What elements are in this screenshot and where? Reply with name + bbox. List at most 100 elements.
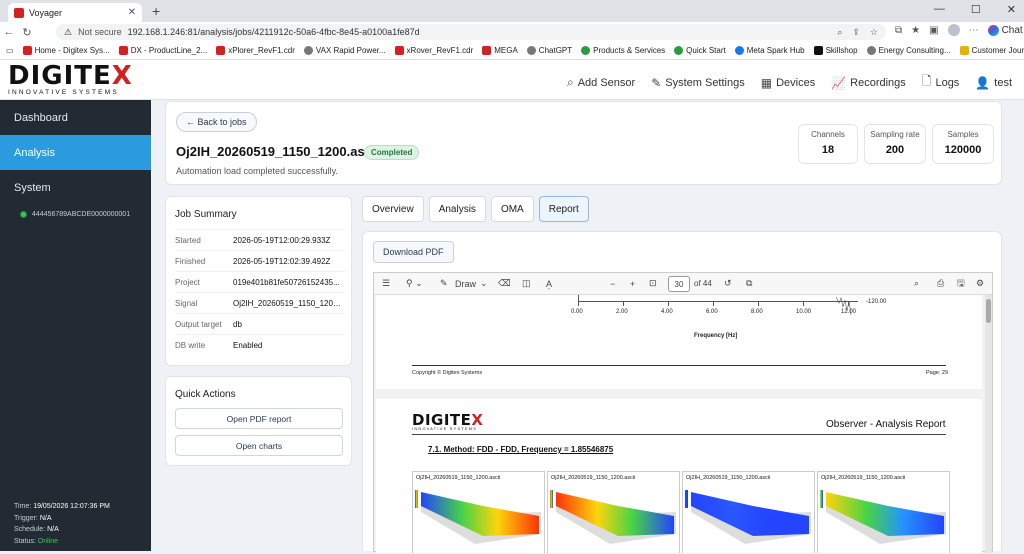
zoom-in-icon[interactable]: + [630,279,635,289]
mode-shape-plot [685,490,811,544]
nav-devices[interactable]: ▦ Devices [761,72,815,93]
save-icon[interactable]: 🖫 [957,276,965,292]
nav-add-sensor[interactable]: ⌕ Add Sensor [567,72,635,93]
right-axis-value: -120.00 [866,299,887,305]
highlight-icon[interactable]: ⚲ ⌄ [406,278,423,289]
fit-page-icon[interactable]: ⊡ [649,278,657,289]
bookmark-item[interactable]: Meta Spark Hub [734,46,805,55]
user-icon: 👤 [975,75,991,90]
bookmark-item[interactable]: xPlorer_RevF1.cdr [216,46,295,55]
text-view-icon[interactable]: ◫ [522,278,531,289]
draw-label[interactable]: Draw [455,279,476,289]
reload-icon[interactable]: ↻ [18,26,36,39]
tab-report[interactable]: Report [538,196,589,222]
eraser-icon[interactable]: ⌫ [498,278,511,289]
browser-tab-bar: Voyager ✕ + — ☐ ✕ [0,0,1024,22]
job-header-card: ← Back to jobs Oj2IH_20260519_1150_1200.… [165,101,1002,185]
bookmark-item[interactable]: Products & Services [581,46,665,55]
open-charts-button[interactable]: Open charts [175,435,343,456]
chevron-down-icon[interactable]: ⌄ [480,278,488,289]
open-pdf-report-button[interactable]: Open PDF report [175,408,343,429]
sidebar-device[interactable]: 444456789ABCDE0000000001 [0,211,151,218]
schedule-value: N/A [47,526,59,533]
url-field[interactable]: ⚠ Not secure 192.168.1.246:81/analysis/j… [56,24,886,40]
bookmark-item[interactable]: VAX Rapid Power... [303,46,386,55]
sidebar-item-analysis[interactable]: Analysis [0,135,151,170]
x-axis-tick [803,302,804,306]
time-value: 19/05/2026 12:07:36 PM [33,503,110,510]
more-menu-icon[interactable]: ⋯ [969,25,979,36]
sidebar-item-dashboard[interactable]: Dashboard [0,100,151,135]
tab-analysis[interactable]: Analysis [428,196,486,222]
zoom-out-icon[interactable]: − [610,279,615,289]
app-header: DIGITEX INNOVATIVE SYSTEMS ⌕ Add Sensor ✎… [0,60,1024,100]
warning-icon: ⚠ [64,26,73,37]
pdf-scrollbar-thumb[interactable] [986,299,991,323]
close-tab-icon[interactable]: ✕ [128,7,136,18]
x-axis-tick-label: 12.00 [841,309,857,315]
report-logo-text: DIGITEX [412,411,484,429]
bookmark-favicon-icon [734,46,744,55]
contents-icon[interactable]: ☰ [382,278,390,289]
page-number-input[interactable]: 30 [668,276,690,292]
pdf-scrollbar[interactable] [985,295,992,553]
summary-row-finished: Finished 2026-05-19T12:02:39.492Z [175,250,345,271]
page-view-icon[interactable]: ⧉ [746,278,752,289]
star-icon[interactable]: ☆ [870,27,878,38]
bookmark-item[interactable]: ChatGPT [526,46,572,55]
tab-overview[interactable]: Overview [362,196,424,222]
job-title: Oj2IH_20260519_1150_1200.ascii [176,144,380,159]
chat-label: Chat [1001,24,1023,36]
chat-button[interactable]: Chat [987,24,1023,36]
nav-system-settings[interactable]: ✎ System Settings [651,72,745,93]
bookmark-item[interactable]: Skillshop [813,46,858,55]
pdf-toolbar: ☰ ⚲ ⌄ ✎ Draw ⌄ ⌫ ◫ A᷊ − + ⊡ 30 of 44 ↺ ⧉… [374,273,992,295]
mode-shape-thumbnail: Oj2IH_20260519_1150_1200.ascii [682,471,815,553]
bookmark-favicon-icon [526,46,536,55]
bookmark-item[interactable]: Home - Digitex Sys... [22,46,110,55]
download-pdf-button[interactable]: Download PDF [373,241,454,263]
maximize-icon[interactable]: ☐ [971,3,981,16]
mode-shape-thumbnail: Oj2IH_20260519_1150_1200.ascii [547,471,680,553]
nav-logs[interactable]: 🗋 Logs [922,72,960,93]
summary-row-project: Project 019e401b81fe50726152435... [175,271,345,292]
bookmark-item[interactable]: Customer Journeys... [959,46,1024,55]
bookmark-item[interactable]: MEGA [482,46,518,55]
back-arrow-icon[interactable]: ← [0,26,18,38]
pdf-viewer[interactable]: ☰ ⚲ ⌄ ✎ Draw ⌄ ⌫ ◫ A᷊ − + ⊡ 30 of 44 ↺ ⧉… [373,272,993,553]
apps-icon[interactable]: ▭ [6,46,14,55]
sidebar-item-system[interactable]: System [0,170,151,205]
back-to-jobs-button[interactable]: ← Back to jobs [176,112,257,132]
tab-oma[interactable]: OMA [490,196,534,222]
share-icon[interactable]: ⇪ [852,27,860,38]
rotate-icon[interactable]: ↺ [724,278,732,289]
digitex-logo: DIGITEX INNOVATIVE SYSTEMS [8,63,148,96]
nav-user[interactable]: 👤 test [975,72,1012,93]
find-icon[interactable]: ⌕ [914,278,919,289]
print-icon[interactable]: ⎙ [937,278,944,289]
x-axis-tick-label: 8.00 [751,309,763,315]
bookmark-favicon-icon [22,46,32,55]
bookmark-item[interactable]: DX - ProductLine_2... [118,46,207,55]
draw-icon[interactable]: ✎ [440,278,448,289]
browser-tab[interactable]: Voyager ✕ [8,3,142,22]
extensions-icon[interactable]: ⧉ [895,25,902,36]
favorites-icon[interactable]: ★ [911,25,920,36]
close-window-icon[interactable]: ✕ [1007,3,1016,16]
browser-tab-title: Voyager [29,7,63,18]
pdf-page-29: -120.00 0.00 2.00 4.00 6.00 8.00 10.00 12.00 F… [376,295,982,389]
bookmark-favicon-icon [959,46,969,55]
bookmark-item[interactable]: Energy Consulting... [866,46,951,55]
bookmark-item[interactable]: xRover_RevF1.cdr [394,46,473,55]
minimize-icon[interactable]: — [934,3,945,16]
bookmark-item[interactable]: Quick Start [674,46,726,55]
new-tab-icon[interactable]: + [152,3,160,19]
nav-recordings[interactable]: 📈 Recordings [831,72,906,93]
settings-gear-icon[interactable]: ⚙ [976,278,984,289]
profile-avatar[interactable] [947,24,960,36]
voyager-favicon-icon [14,7,24,18]
bookmark-favicon-icon [866,46,876,55]
collections-icon[interactable]: ▣ [929,25,938,36]
read-aloud-icon[interactable]: A᷊ [546,279,552,289]
zoom-icon[interactable]: ⌕ [837,27,842,38]
